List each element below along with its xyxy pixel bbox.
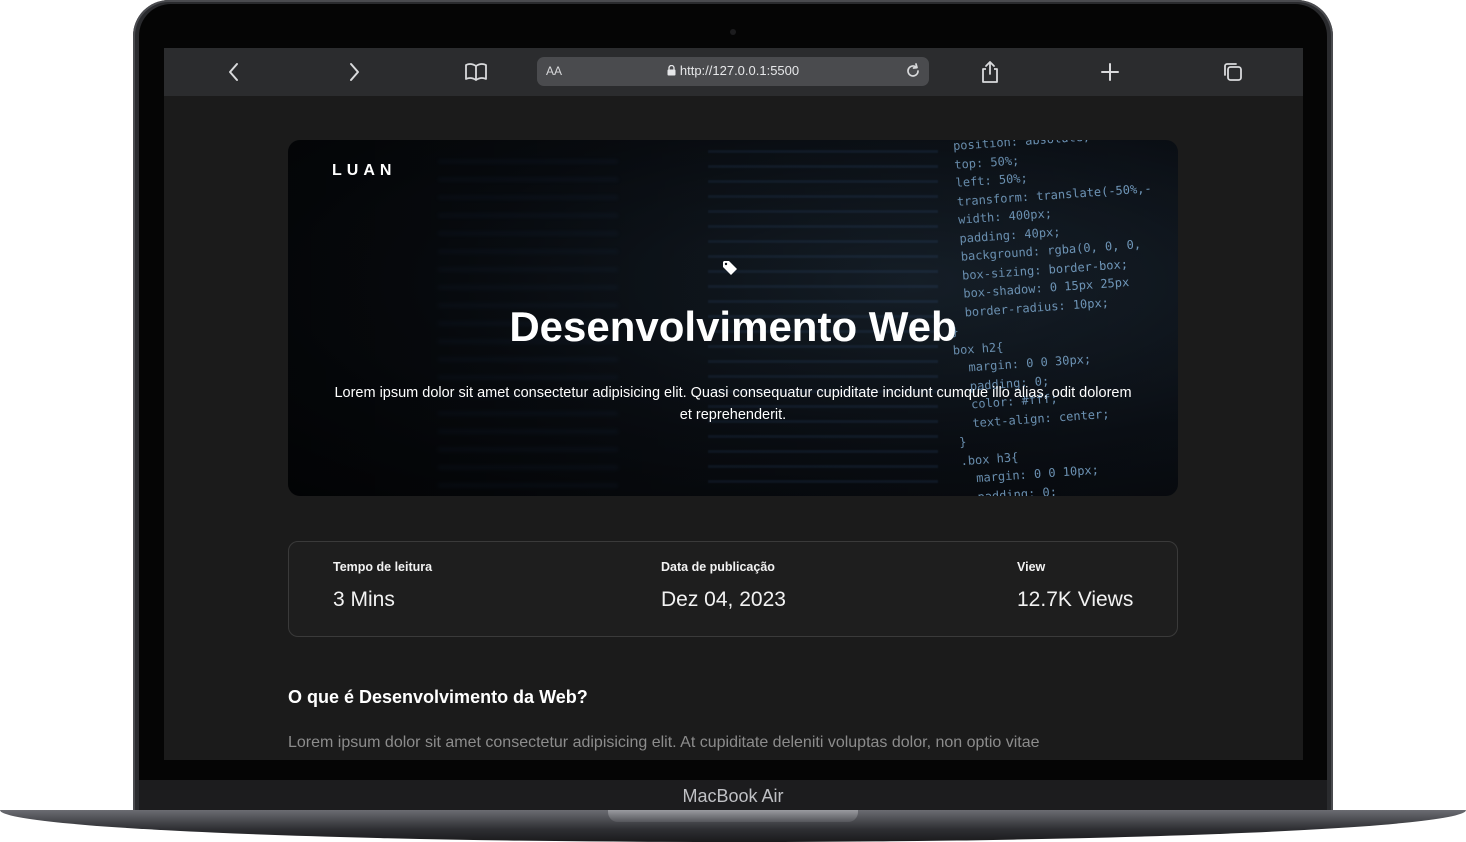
stat-publish-date: Data de publicação Dez 04, 2023 bbox=[661, 560, 786, 612]
hero-description: Lorem ipsum dolor sit amet consectetur a… bbox=[334, 385, 1132, 423]
browser-toolbar: AA http://127.0.0.1:5500 bbox=[164, 48, 1303, 96]
stat-value: Dez 04, 2023 bbox=[661, 588, 786, 611]
site-logo[interactable]: LUAN bbox=[332, 162, 396, 180]
tabs-icon[interactable] bbox=[1219, 58, 1247, 86]
back-icon[interactable] bbox=[220, 58, 248, 86]
article-heading: O que é Desenvolvimento da Web? bbox=[288, 687, 588, 707]
reload-icon[interactable] bbox=[903, 61, 923, 81]
url-field[interactable]: http://127.0.0.1:5500 bbox=[537, 63, 929, 79]
share-icon[interactable] bbox=[976, 58, 1004, 86]
stat-value: 12.7K Views bbox=[1017, 588, 1134, 611]
stat-reading-time: Tempo de leitura 3 Mins bbox=[333, 560, 432, 612]
article-stats-card: Tempo de leitura 3 Mins Data de publicaç… bbox=[288, 541, 1178, 637]
page-title: Desenvolvimento Web bbox=[509, 303, 957, 350]
stat-label: View bbox=[1017, 560, 1046, 574]
camera-icon bbox=[730, 29, 736, 35]
laptop-notch bbox=[608, 810, 858, 822]
lock-icon bbox=[667, 64, 676, 79]
browser-screen: AA http://127.0.0.1:5500 position: absol… bbox=[164, 48, 1303, 760]
bookmarks-icon[interactable] bbox=[462, 58, 490, 86]
stat-label: Data de publicação bbox=[661, 560, 775, 574]
stat-label: Tempo de leitura bbox=[333, 560, 433, 574]
url-text: http://127.0.0.1:5500 bbox=[679, 63, 800, 78]
hero-banner: position: absolute; top: 50%; left: 50%;… bbox=[288, 140, 1178, 496]
new-tab-icon[interactable] bbox=[1096, 58, 1124, 86]
stat-views: View 12.7K Views bbox=[1017, 560, 1133, 612]
stat-value: 3 Mins bbox=[333, 588, 395, 611]
device-model-label: MacBook Air bbox=[682, 786, 784, 806]
tag-icon bbox=[722, 260, 738, 276]
article-paragraph: Lorem ipsum dolor sit amet consectetur a… bbox=[288, 734, 1040, 751]
forward-icon[interactable] bbox=[340, 58, 368, 86]
address-bar[interactable]: AA http://127.0.0.1:5500 bbox=[537, 57, 929, 86]
